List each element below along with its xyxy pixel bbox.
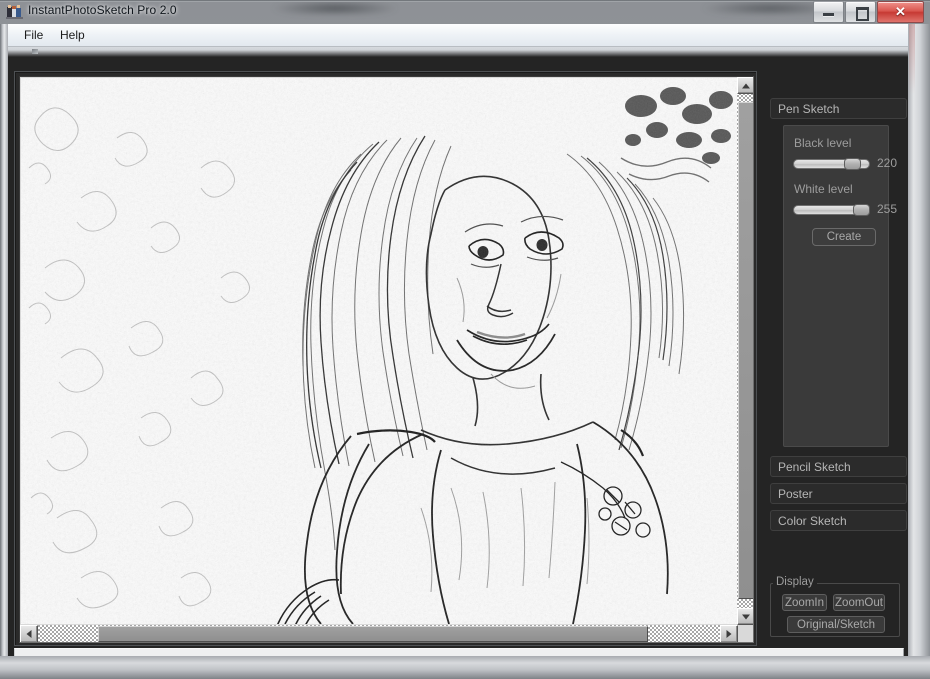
maximize-button[interactable] (845, 1, 876, 23)
tools-panel: Pen Sketch Black level 220 White level 2… (761, 71, 908, 644)
minimize-icon (823, 13, 834, 16)
pen-sketch-settings: Black level 220 White level 255 Create (783, 125, 889, 447)
chevron-down-icon (742, 614, 750, 619)
white-level-slider[interactable]: 255 (793, 204, 870, 216)
display-group: Display ZoomIn ZoomOut Original/Sketch (769, 576, 908, 638)
original-sketch-toggle-button[interactable]: Original/Sketch (787, 616, 885, 633)
black-level-label: Black level (794, 136, 851, 150)
frame-right-tint (909, 24, 915, 94)
zoom-out-button[interactable]: ZoomOut (833, 594, 885, 611)
scroll-left-button[interactable] (20, 625, 38, 643)
create-button[interactable]: Create (812, 228, 876, 246)
minimize-button[interactable] (813, 1, 844, 23)
menu-bar: File Help (8, 24, 908, 47)
close-button[interactable]: ✕ (877, 1, 924, 23)
client-area: File Help (8, 24, 908, 656)
vertical-scrollbar[interactable] (737, 77, 753, 624)
section-header-color-sketch[interactable]: Color Sketch (770, 510, 907, 531)
white-level-value: 255 (877, 202, 897, 216)
scroll-up-button[interactable] (737, 77, 754, 94)
image-canvas[interactable] (19, 76, 754, 643)
scroll-down-button[interactable] (737, 608, 754, 625)
close-icon: ✕ (878, 4, 923, 20)
chevron-right-icon (727, 630, 732, 638)
zoom-in-button[interactable]: ZoomIn (782, 594, 827, 611)
frame-left-edge (0, 24, 8, 656)
frame-bottom-edge (0, 656, 930, 679)
menu-item-file[interactable]: File (18, 27, 49, 43)
restore-icon (856, 7, 869, 21)
display-group-caption: Display (773, 576, 817, 588)
window-title: InstantPhotoSketch Pro 2.0 (28, 3, 177, 17)
frame-right-edge (908, 24, 930, 656)
chevron-left-icon (27, 630, 32, 638)
scroll-right-button[interactable] (720, 625, 738, 643)
sketch-viewport[interactable] (21, 78, 737, 624)
application-window: InstantPhotoSketch Pro 2.0 ✕ File Help (0, 0, 930, 679)
menu-item-help[interactable]: Help (54, 27, 91, 43)
chevron-up-icon (742, 83, 750, 88)
hscrollbar-thumb[interactable] (98, 626, 648, 642)
window-controls: ✕ (813, 1, 924, 23)
section-header-pen-sketch[interactable]: Pen Sketch (770, 98, 907, 119)
section-header-pencil-sketch[interactable]: Pencil Sketch (770, 456, 907, 477)
menubar-shadow (8, 47, 908, 57)
title-bar[interactable]: InstantPhotoSketch Pro 2.0 ✕ (0, 0, 930, 24)
black-level-slider[interactable]: 220 (793, 158, 870, 170)
section-header-poster[interactable]: Poster (770, 483, 907, 504)
black-level-value: 220 (877, 156, 897, 170)
sketch-image (21, 78, 737, 624)
horizontal-scrollbar[interactable] (20, 625, 737, 642)
status-bar (14, 648, 904, 656)
white-level-thumb[interactable] (853, 204, 870, 216)
white-level-label: White level (794, 182, 853, 196)
black-level-thumb[interactable] (844, 158, 861, 170)
toolbar-grip (32, 49, 38, 54)
app-icon (6, 4, 23, 20)
vscrollbar-thumb[interactable] (738, 102, 754, 599)
image-canvas-container (14, 71, 757, 646)
